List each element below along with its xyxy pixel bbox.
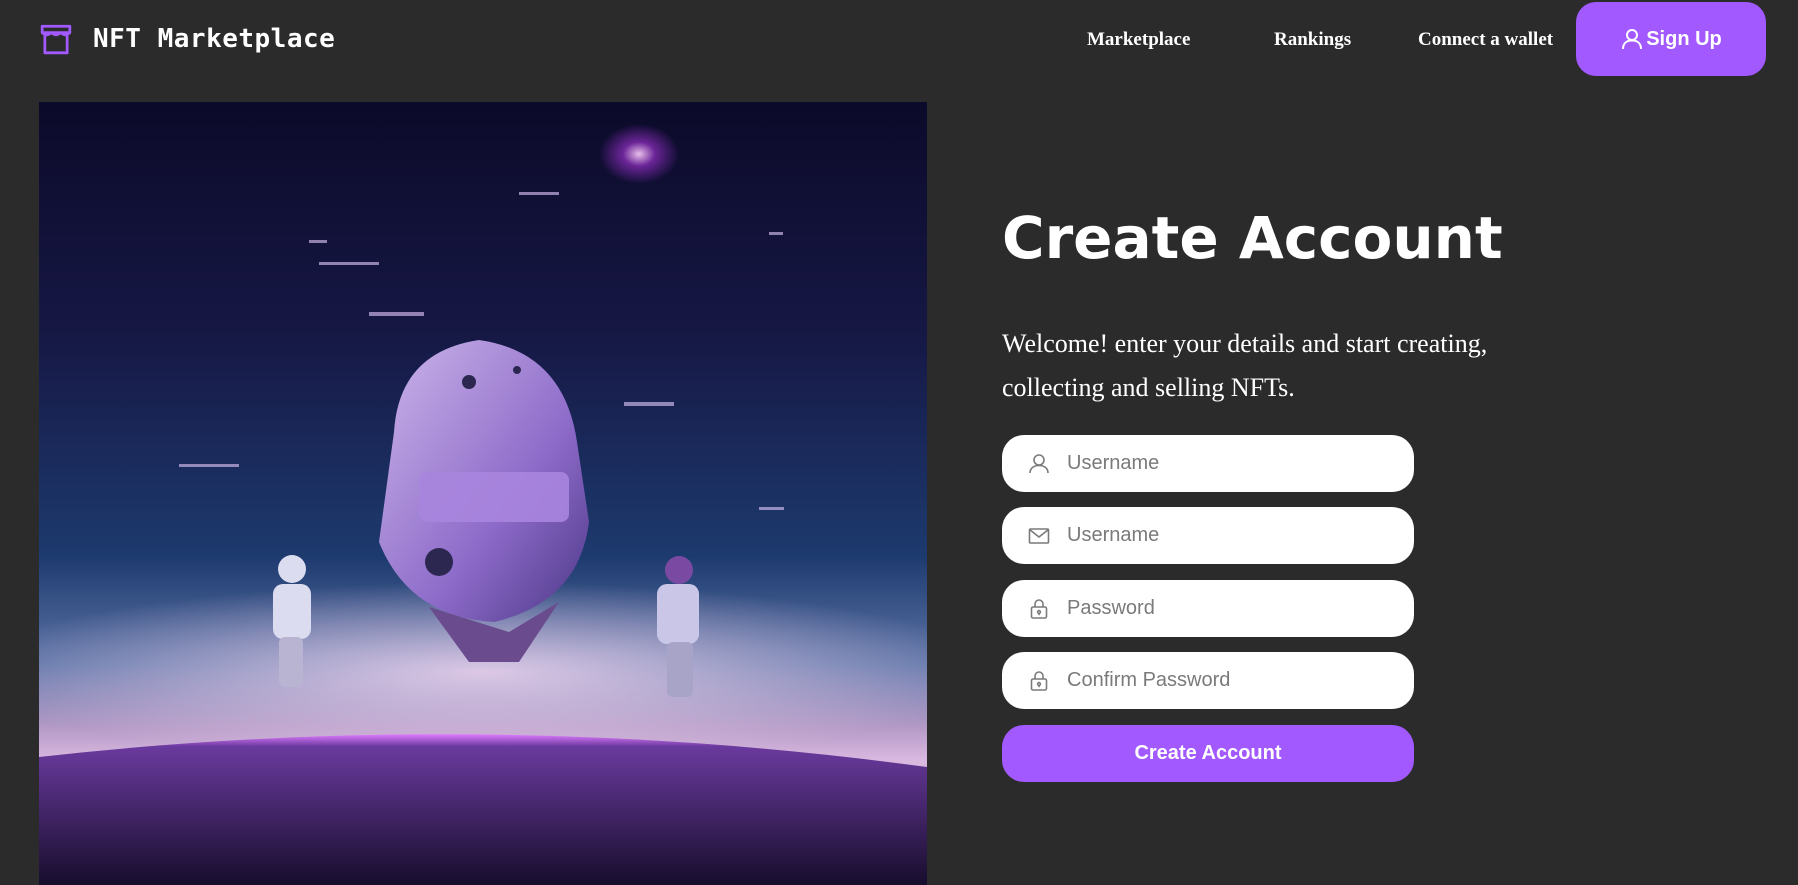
username-input[interactable]: [1065, 451, 1399, 476]
nav-marketplace[interactable]: Marketplace: [1087, 28, 1190, 52]
email-field[interactable]: [1002, 507, 1414, 564]
sign-up-label: Sign Up: [1646, 27, 1722, 50]
top-navbar: NFT Marketplace Marketplace Rankings Con…: [0, 0, 1798, 100]
page-title: Create Account: [1002, 204, 1503, 272]
lock-icon: [1030, 670, 1048, 691]
nav-connect-wallet[interactable]: Connect a wallet: [1418, 28, 1553, 52]
create-account-button[interactable]: Create Account: [1002, 725, 1414, 782]
confirm-password-input[interactable]: [1065, 668, 1399, 693]
welcome-text: Welcome! enter your details and start cr…: [1002, 329, 1488, 402]
logo[interactable]: NFT Marketplace: [39, 22, 335, 56]
storefront-icon: [40, 24, 72, 55]
password-field[interactable]: [1002, 580, 1414, 637]
sign-up-button[interactable]: Sign Up: [1576, 2, 1766, 76]
mail-icon: [1028, 527, 1050, 544]
nav-rankings[interactable]: Rankings: [1274, 28, 1351, 52]
lock-icon: [1030, 598, 1048, 619]
user-icon: [1622, 29, 1643, 50]
password-input[interactable]: [1065, 596, 1399, 621]
email-input[interactable]: [1065, 523, 1399, 548]
username-field[interactable]: [1002, 435, 1414, 492]
logo-text: NFT Marketplace: [93, 24, 336, 54]
user-icon: [1029, 453, 1049, 473]
hero-artwork: [39, 102, 927, 885]
confirm-password-field[interactable]: [1002, 652, 1414, 709]
